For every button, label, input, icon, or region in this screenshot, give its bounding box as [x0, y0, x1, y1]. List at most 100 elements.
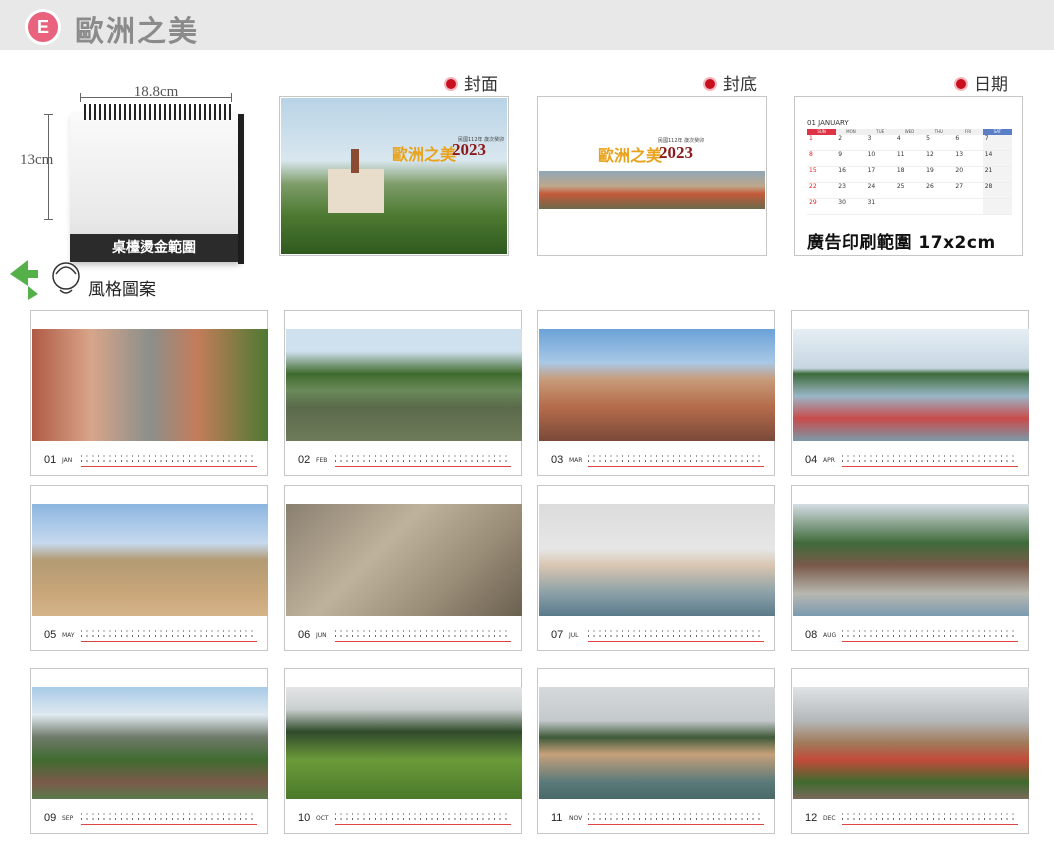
- cover-brand: 歐洲之美: [392, 145, 457, 164]
- month-number: 01: [44, 454, 57, 466]
- day-cell: 4: [896, 135, 901, 142]
- day-cell: 15: [809, 167, 817, 174]
- month-number: 11: [551, 812, 563, 824]
- month-abbr: DEC: [823, 815, 836, 822]
- spiral-binding: [84, 104, 234, 120]
- cover-year: 2023: [452, 140, 486, 159]
- day-cell: 19: [926, 167, 934, 174]
- month-abbr: JAN: [62, 457, 73, 464]
- style-icon: [10, 260, 80, 300]
- day-cell: 21: [982, 167, 1012, 182]
- day-cell: 14: [982, 151, 1012, 166]
- calendar-stand: [238, 114, 244, 264]
- day-cell: 20: [955, 167, 964, 174]
- month-card[interactable]: 12 DEC: [791, 668, 1029, 834]
- day-strip: [842, 453, 1018, 467]
- day-cell: 6: [955, 135, 960, 142]
- day-cell: 11: [896, 151, 905, 158]
- month-card[interactable]: 04 APR: [791, 310, 1029, 476]
- month-card[interactable]: 08 AUG: [791, 485, 1029, 651]
- month-card[interactable]: 05 MAY: [30, 485, 268, 651]
- day-cell: 31: [867, 199, 876, 206]
- date-label: 日期: [956, 70, 1008, 95]
- bullet-icon: [705, 79, 715, 89]
- cover-card[interactable]: 民國112年 歲次癸卯 歐洲之美 2023: [279, 96, 509, 256]
- month-number: 02: [298, 454, 311, 466]
- day-cell: [953, 199, 982, 214]
- back-photo-strip: [539, 171, 765, 209]
- day-cell: 12: [926, 151, 934, 158]
- month-card[interactable]: 07 JUL: [537, 485, 775, 651]
- foil-area-band: 桌檯燙金範圍: [70, 234, 238, 262]
- day-cell: 5: [926, 135, 930, 142]
- month-abbr: SEP: [62, 815, 74, 822]
- week-row: 1 2 3 4 5 6 7: [807, 135, 1012, 151]
- month-photo: [32, 329, 268, 441]
- church-tower: [351, 149, 359, 173]
- day-strip: [81, 811, 257, 825]
- day-cell: 17: [867, 167, 876, 174]
- month-card[interactable]: 06 JUN: [284, 485, 522, 651]
- month-card[interactable]: 10 OCT: [284, 668, 522, 834]
- back-label: 封底: [705, 70, 757, 95]
- month-number: 09: [44, 812, 57, 824]
- mini-calendar-weeks: 1 2 3 4 5 6 7 8 9 10 11 12 13 14 15 16 17 18 19 20 21 22 23 24 2…: [807, 135, 1012, 215]
- height-dimension-line: [44, 114, 53, 220]
- day-strip: [81, 628, 257, 642]
- month-abbr: MAY: [62, 632, 75, 639]
- day-cell: 22: [809, 183, 817, 190]
- day-strip: [81, 453, 257, 467]
- month-number: 10: [298, 812, 311, 824]
- month-number: 12: [805, 812, 818, 824]
- mini-calendar-month: 01 JANUARY: [807, 119, 849, 127]
- bullet-icon: [956, 79, 966, 89]
- month-photo: [286, 687, 522, 799]
- month-photo: [539, 687, 775, 799]
- month-abbr: JUL: [569, 632, 579, 639]
- style-label: 風格圖案: [88, 280, 156, 300]
- day-cell: 25: [896, 183, 905, 190]
- day-strip: [842, 628, 1018, 642]
- month-abbr: AUG: [823, 632, 837, 639]
- day-cell: 2: [838, 135, 843, 142]
- ad-print-area-label: 廣告印刷範圍 17x2cm: [807, 233, 996, 253]
- week-row: 29 30 31: [807, 199, 1012, 215]
- day-strip: [335, 628, 511, 642]
- day-cell: [895, 199, 924, 214]
- month-card[interactable]: 09 SEP: [30, 668, 268, 834]
- month-number: 03: [551, 454, 564, 466]
- day-cell: 24: [867, 183, 876, 190]
- bullet-icon: [446, 79, 456, 89]
- month-photo: [793, 687, 1029, 799]
- month-card[interactable]: 11 NOV: [537, 668, 775, 834]
- desk-calendar-illustration: 桌檯燙金範圍: [66, 104, 248, 266]
- month-photo: [286, 329, 522, 441]
- back-year: 2023: [659, 143, 693, 162]
- month-number: 08: [805, 629, 818, 641]
- day-cell: 26: [926, 183, 934, 190]
- month-card[interactable]: 01 JAN: [30, 310, 268, 476]
- month-abbr: MAR: [569, 457, 583, 464]
- day-cell: [982, 199, 1012, 214]
- month-abbr: NOV: [569, 815, 583, 822]
- day-cell: 28: [982, 183, 1012, 198]
- day-cell: [924, 199, 953, 214]
- day-strip: [335, 453, 511, 467]
- month-card[interactable]: 03 MAR: [537, 310, 775, 476]
- date-card[interactable]: 01 JANUARY SUN MON TUE WED THU FRI SAT 1…: [794, 96, 1023, 256]
- month-number: 04: [805, 454, 818, 466]
- day-strip: [588, 628, 764, 642]
- back-brand: 歐洲之美: [598, 146, 663, 165]
- month-number: 06: [298, 629, 311, 641]
- day-cell: 18: [896, 167, 905, 174]
- month-abbr: FEB: [316, 457, 328, 464]
- page-title: 歐洲之美: [75, 14, 200, 48]
- header-bar: E 歐洲之美: [0, 0, 1054, 50]
- day-cell: 10: [867, 151, 876, 158]
- calendar-page: 桌檯燙金範圍: [70, 114, 238, 262]
- month-number: 05: [44, 629, 57, 641]
- back-card[interactable]: 民國112年 歲次癸卯 歐洲之美 2023: [537, 96, 767, 256]
- day-strip: [588, 453, 764, 467]
- day-cell: 9: [838, 151, 843, 158]
- month-card[interactable]: 02 FEB: [284, 310, 522, 476]
